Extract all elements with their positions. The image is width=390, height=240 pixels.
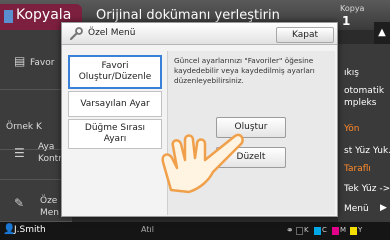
toner-m-label: M: [340, 226, 347, 234]
tool-icon: ✎: [14, 196, 25, 210]
toner-m-icon: [332, 227, 339, 235]
wrench-icon: [69, 27, 83, 41]
user-icon: 👤: [3, 224, 16, 235]
menu-item-label: Ayarı: [103, 134, 127, 144]
document-icon: ▤: [14, 54, 26, 68]
left-label-favorites: Favor: [30, 58, 55, 68]
menu-list: Favori Oluştur/Düzenle Varsayılan Ayar D…: [68, 55, 162, 215]
menu-item-button-order[interactable]: Düğme Sırası Ayarı: [68, 119, 162, 149]
close-button[interactable]: Kapat: [276, 27, 334, 43]
right-label-auto: otomatik: [344, 86, 385, 96]
status-mode: Atıl: [141, 225, 154, 234]
dialog-titlebar: Özel Menü Kapat: [62, 23, 337, 45]
toner-y-label: Y: [358, 226, 363, 234]
right-label-menu[interactable]: Menü: [344, 204, 369, 214]
left-label-settings: Aya: [38, 142, 55, 152]
menu-item-favorites[interactable]: Favori Oluştur/Düzenle: [68, 55, 162, 89]
right-label-top-up[interactable]: st Yüz Yuk.: [344, 146, 390, 156]
toner-y-icon: [350, 227, 357, 235]
right-label-output: ıkış: [344, 68, 359, 78]
left-label-custom-2: Men: [40, 208, 60, 218]
right-label-sided[interactable]: Taraflı: [344, 164, 371, 174]
right-label-duplex: mpleks: [344, 98, 377, 108]
copies-count[interactable]: 1: [342, 14, 350, 28]
header-message: Orijinal dokümanı yerleştirin: [96, 8, 280, 23]
network-icon: ⚭: [286, 226, 294, 236]
menu-item-label: Düğme Sırası: [84, 123, 146, 133]
status-user: J.Smith: [14, 225, 46, 235]
toner-k-icon: [296, 227, 303, 235]
menu-item-default-settings[interactable]: Varsayılan Ayar: [68, 91, 162, 117]
left-label-custom: Öze: [40, 196, 58, 206]
menu-item-label: Oluştur/Düzenle: [78, 72, 152, 82]
menu-arrow-icon: ▶: [380, 203, 387, 213]
list-icon: ☰: [14, 146, 25, 160]
menu-item-label: Favori: [101, 61, 129, 71]
menu-item-label: Varsayılan Ayar: [80, 98, 150, 109]
right-label-direction[interactable]: Yön: [344, 124, 360, 134]
hand-pointer-icon: [161, 133, 244, 194]
toner-c-icon: [314, 227, 321, 235]
copies-label: Kopya: [340, 4, 365, 13]
scroll-up-icon[interactable]: ▲: [374, 22, 390, 44]
left-label-sample: Örnek K: [6, 122, 42, 132]
toner-c-label: C: [322, 226, 327, 234]
toner-k-label: K: [304, 226, 309, 234]
description-text: Güncel ayarlarınızı "Favoriler" öğesine …: [174, 56, 315, 85]
copy-app-icon: [4, 10, 13, 23]
app-title: Kopyala: [16, 7, 72, 23]
right-label-single[interactable]: Tek Yüz ->: [344, 184, 390, 194]
left-label-settings-2: Kontr: [38, 154, 62, 164]
dialog-title: Özel Menü: [88, 28, 136, 38]
